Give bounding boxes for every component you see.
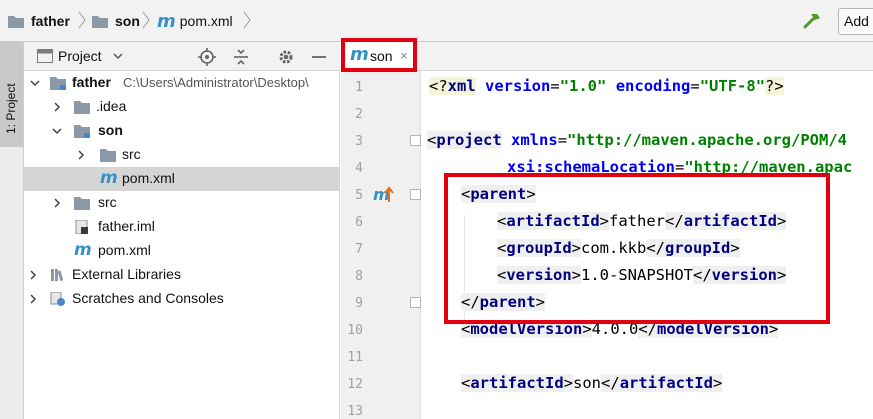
code-editor[interactable]: <?xml version="1.0" encoding="UTF-8"?> <… <box>421 71 873 419</box>
minimize-icon[interactable] <box>310 48 328 66</box>
fold-marker[interactable] <box>410 189 421 200</box>
libraries-icon <box>51 269 64 282</box>
editor-gutter: 1 2 3 4 5 6 7 8 9 10 11 12 13 <box>341 71 421 419</box>
code-line: <parent> <box>461 185 536 203</box>
svg-text:m: m <box>373 185 390 203</box>
line-number: 6 <box>355 215 363 230</box>
tool-window-strip: 1: Project <box>0 42 24 419</box>
chevron-right-icon[interactable] <box>52 102 62 112</box>
add-configuration-button[interactable]: Add <box>838 8 873 35</box>
maven-icon: m <box>350 44 369 65</box>
editor-tab-son[interactable]: m son × <box>343 42 413 71</box>
breadcrumb-item-pom[interactable]: m pom.xml <box>157 10 233 32</box>
module-path: C:\Users\Administrator\Desktop\ <box>123 75 309 90</box>
project-panel-header: Project <box>24 42 340 71</box>
line-number: 8 <box>355 269 363 284</box>
maven-icon: m <box>157 10 176 32</box>
chevron-right-icon[interactable] <box>28 294 38 304</box>
code-line: <modelVersion>4.0.0</modelVersion> <box>461 320 779 338</box>
code-line: xsi:schemaLocation="http://maven.apac <box>507 158 853 176</box>
module-folder-icon <box>50 77 66 90</box>
maven-icon: m <box>100 168 118 188</box>
fold-marker[interactable] <box>410 297 421 308</box>
line-number: 12 <box>347 377 363 392</box>
code-line: </parent> <box>461 293 546 311</box>
line-number: 3 <box>355 134 363 149</box>
tree-item-external-libraries[interactable]: External Libraries <box>24 263 339 287</box>
line-number: 13 <box>347 404 363 419</box>
project-tree: father C:\Users\Administrator\Desktop\ .… <box>24 71 340 419</box>
tree-item-father-src[interactable]: src <box>24 191 339 215</box>
folder-icon <box>8 15 24 28</box>
breadcrumb-item-father[interactable]: father <box>8 11 70 31</box>
code-line: <artifactId>son</artifactId> <box>461 374 723 392</box>
project-view-icon <box>37 49 53 63</box>
tree-item-father-iml[interactable]: father.iml <box>24 215 339 239</box>
tree-item-father[interactable]: father C:\Users\Administrator\Desktop\ <box>24 71 339 95</box>
code-line: <?xml version="1.0" encoding="UTF-8"?> <box>429 77 784 95</box>
code-line: <groupId>com.kkb</groupId> <box>497 239 740 257</box>
line-number: 2 <box>355 107 363 122</box>
line-number: 7 <box>355 242 363 257</box>
folder-icon <box>100 149 116 162</box>
folder-icon <box>92 15 108 28</box>
code-line: <project xmlns="http://maven.apache.org/… <box>427 131 847 149</box>
tree-item-son-src[interactable]: src <box>24 143 339 167</box>
gear-icon[interactable] <box>277 48 295 66</box>
line-number: 11 <box>347 350 363 365</box>
line-number: 10 <box>347 323 363 338</box>
project-tool-window-tab[interactable]: 1: Project <box>0 42 23 147</box>
line-number: 5 <box>355 188 363 203</box>
chevron-down-icon[interactable] <box>112 50 124 62</box>
folder-icon <box>74 197 90 210</box>
tree-item-idea[interactable]: .idea <box>24 95 339 119</box>
chevron-right-icon[interactable] <box>76 150 86 160</box>
line-number: 4 <box>355 161 363 176</box>
editor-tab-bar: m son × <box>341 42 873 71</box>
chevron-down-icon[interactable] <box>52 126 62 136</box>
maven-icon: m <box>74 240 92 260</box>
collapse-all-icon[interactable] <box>232 48 250 66</box>
scratches-icon <box>50 292 65 306</box>
tree-item-father-pom[interactable]: m pom.xml <box>24 239 339 263</box>
code-line: <artifactId>father</artifactId> <box>497 212 787 230</box>
project-view-selector[interactable]: Project <box>58 48 102 64</box>
breadcrumb-item-son[interactable]: son <box>92 11 140 31</box>
tree-item-scratches[interactable]: Scratches and Consoles <box>24 287 339 311</box>
close-icon[interactable]: × <box>400 48 408 63</box>
chevron-right-icon[interactable] <box>52 198 62 208</box>
chevron-down-icon[interactable] <box>30 78 40 88</box>
chevron-right-icon[interactable] <box>28 270 38 280</box>
chevron-right-icon <box>243 11 251 29</box>
fold-marker[interactable] <box>410 135 421 146</box>
chevron-right-icon <box>142 11 150 29</box>
tree-item-son[interactable]: son <box>24 119 339 143</box>
folder-icon <box>74 101 90 114</box>
tree-item-son-pom[interactable]: m pom.xml <box>24 167 339 191</box>
locate-target-icon[interactable] <box>198 48 216 66</box>
chevron-right-icon <box>78 11 86 29</box>
code-line: <version>1.0-SNAPSHOT</version> <box>497 266 787 284</box>
build-hammer-icon[interactable] <box>802 11 822 31</box>
line-number: 1 <box>355 80 363 95</box>
iml-file-icon <box>75 220 88 234</box>
navigation-bar: father son m pom.xml Add <box>0 0 873 42</box>
navigate-to-parent-icon[interactable]: m <box>372 185 394 203</box>
line-number: 9 <box>355 296 363 311</box>
module-folder-icon <box>74 125 90 138</box>
